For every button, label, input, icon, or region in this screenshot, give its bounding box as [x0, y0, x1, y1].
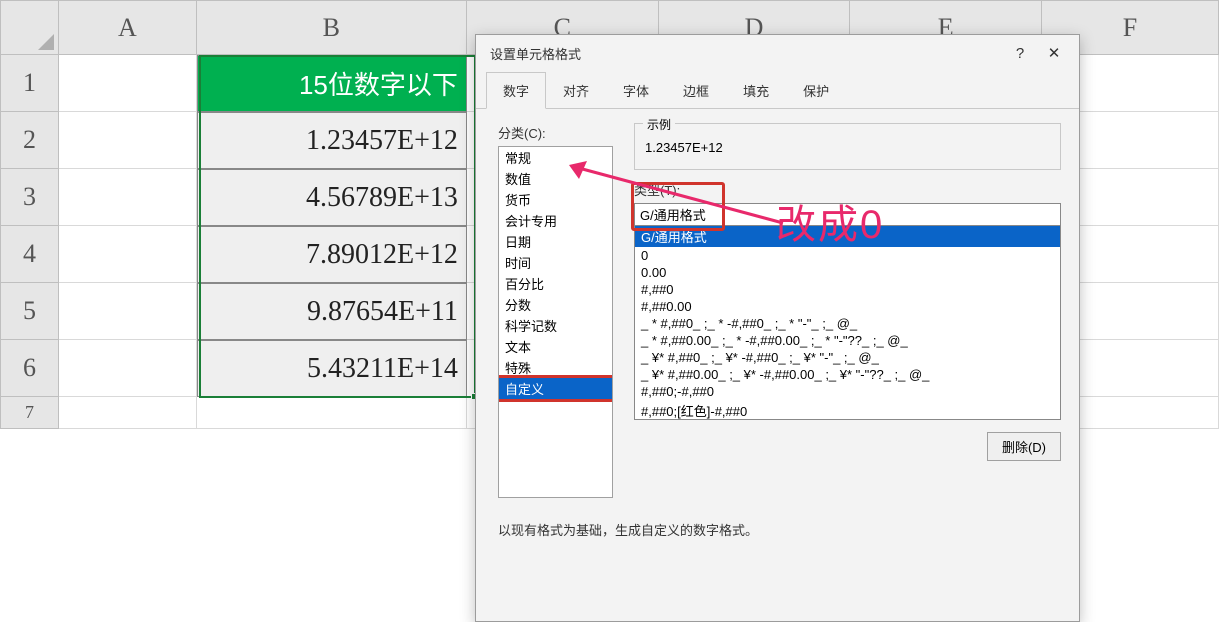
annotation-text: 改成0	[776, 192, 884, 250]
row-header-2[interactable]: 2	[0, 112, 59, 169]
cell-B3[interactable]: 4.56789E+13	[197, 169, 467, 226]
tab-border[interactable]: 边框	[666, 72, 726, 109]
format-item[interactable]: #,##0;[红色]-#,##0	[635, 400, 1060, 420]
row-header-6[interactable]: 6	[0, 340, 59, 397]
category-item[interactable]: 百分比	[499, 273, 612, 294]
format-item[interactable]: _ * #,##0.00_ ;_ * -#,##0.00_ ;_ * "-"??…	[635, 332, 1060, 349]
category-item[interactable]: 科学记数	[499, 315, 612, 336]
format-cells-dialog: 设置单元格格式 ? ✕ 数字 对齐 字体 边框 填充 保护 分类(C): 常规 …	[475, 34, 1080, 622]
category-item[interactable]: 特殊	[499, 357, 612, 378]
format-item[interactable]: #,##0;-#,##0	[635, 383, 1060, 400]
col-header-A[interactable]: A	[59, 0, 197, 55]
tab-fill[interactable]: 填充	[726, 72, 786, 109]
dialog-body: 分类(C): 常规 数值 货币 会计专用 日期 时间 百分比 分数 科学记数 文…	[476, 109, 1079, 621]
category-item-custom[interactable]: 自定义	[499, 378, 612, 399]
close-icon: ✕	[1048, 44, 1061, 62]
row-header-1[interactable]: 1	[0, 55, 59, 112]
format-list[interactable]: G/通用格式 0 0.00 #,##0 #,##0.00 _ * #,##0_ …	[634, 226, 1061, 420]
help-text: 以现有格式为基础，生成自定义的数字格式。	[498, 520, 1061, 539]
category-item[interactable]: 文本	[499, 336, 612, 357]
row-header-7[interactable]: 7	[0, 397, 59, 429]
format-item[interactable]: _ * #,##0_ ;_ * -#,##0_ ;_ * "-"_ ;_ @_	[635, 315, 1060, 332]
category-item[interactable]: 数值	[499, 168, 612, 189]
cell-B7[interactable]	[197, 397, 467, 429]
example-label: 示例	[643, 116, 675, 133]
tab-number[interactable]: 数字	[486, 72, 546, 109]
tab-alignment[interactable]: 对齐	[546, 72, 606, 109]
cell-A2[interactable]	[59, 112, 197, 169]
example-value: 1.23457E+12	[645, 136, 1050, 155]
category-item[interactable]: 常规	[499, 147, 612, 168]
row-header-5[interactable]: 5	[0, 283, 59, 340]
format-item[interactable]: _ ¥* #,##0_ ;_ ¥* -#,##0_ ;_ ¥* "-"_ ;_ …	[635, 349, 1060, 366]
cell-A7[interactable]	[59, 397, 197, 429]
cell-B4[interactable]: 7.89012E+12	[197, 226, 467, 283]
cell-B6[interactable]: 5.43211E+14	[197, 340, 467, 397]
select-all-triangle-icon	[38, 34, 54, 50]
cell-A5[interactable]	[59, 283, 197, 340]
close-button[interactable]: ✕	[1037, 40, 1071, 66]
row-header-3[interactable]: 3	[0, 169, 59, 226]
row-header-4[interactable]: 4	[0, 226, 59, 283]
format-item[interactable]: _ ¥* #,##0.00_ ;_ ¥* -#,##0.00_ ;_ ¥* "-…	[635, 366, 1060, 383]
help-button[interactable]: ?	[1003, 40, 1037, 66]
cell-A3[interactable]	[59, 169, 197, 226]
category-item[interactable]: 货币	[499, 189, 612, 210]
format-item[interactable]: 0.00	[635, 264, 1060, 281]
category-item[interactable]: 时间	[499, 252, 612, 273]
cell-B1[interactable]: 15位数字以下	[197, 55, 467, 112]
cell-A4[interactable]	[59, 226, 197, 283]
category-item[interactable]: 分数	[499, 294, 612, 315]
category-item[interactable]: 会计专用	[499, 210, 612, 231]
dialog-tabs: 数字 对齐 字体 边框 填充 保护	[476, 71, 1079, 109]
cell-A1[interactable]	[59, 55, 197, 112]
dialog-titlebar[interactable]: 设置单元格格式 ? ✕	[476, 35, 1079, 71]
col-header-B[interactable]: B	[197, 0, 467, 55]
select-all-corner[interactable]	[0, 0, 59, 55]
cell-B2[interactable]: 1.23457E+12	[197, 112, 467, 169]
tab-font[interactable]: 字体	[606, 72, 666, 109]
format-item[interactable]: #,##0.00	[635, 298, 1060, 315]
category-label: 分类(C):	[498, 123, 616, 142]
tab-protection[interactable]: 保护	[786, 72, 846, 109]
delete-button[interactable]: 删除(D)	[987, 432, 1061, 461]
cell-B5[interactable]: 9.87654E+11	[197, 283, 467, 340]
category-item[interactable]: 日期	[499, 231, 612, 252]
dialog-title: 设置单元格格式	[490, 44, 581, 63]
example-box: 示例 1.23457E+12	[634, 123, 1061, 170]
cell-A6[interactable]	[59, 340, 197, 397]
format-item[interactable]: #,##0	[635, 281, 1060, 298]
category-list[interactable]: 常规 数值 货币 会计专用 日期 时间 百分比 分数 科学记数 文本 特殊 自定…	[498, 146, 613, 498]
